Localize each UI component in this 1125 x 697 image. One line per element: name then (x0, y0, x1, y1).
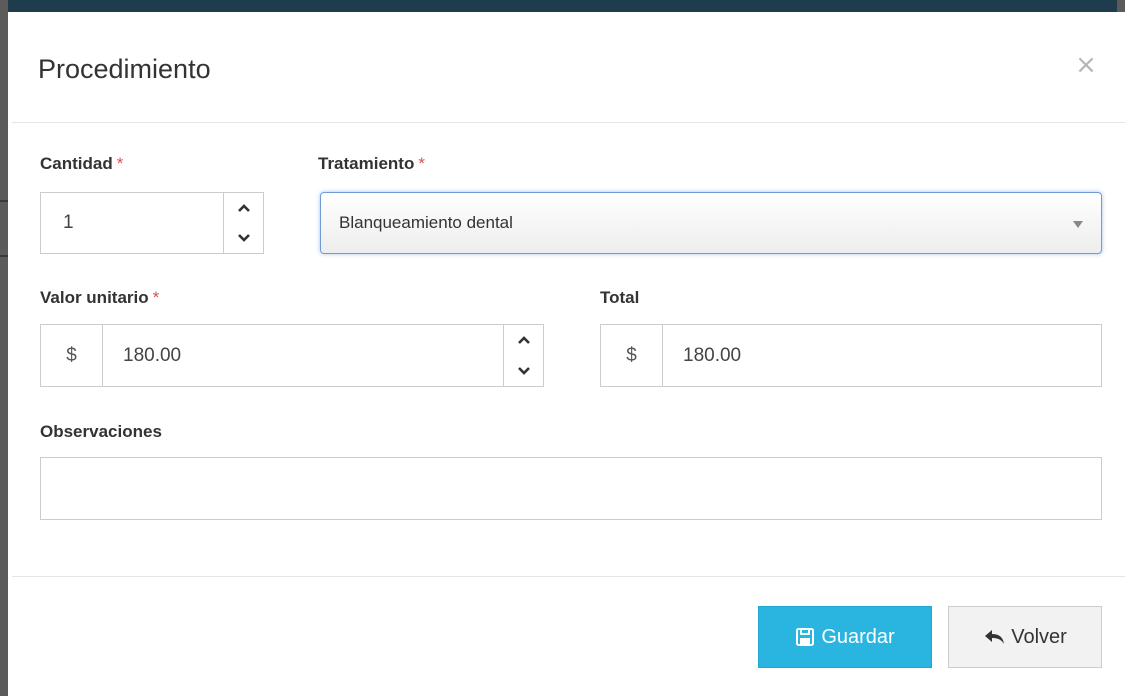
cantidad-input[interactable]: 1 (40, 192, 264, 254)
valor-unitario-label-text: Valor unitario (40, 288, 149, 307)
currency-addon: $ (601, 325, 663, 386)
volver-button[interactable]: Volver (948, 606, 1102, 668)
background-app-left-edge (0, 0, 8, 696)
modal-title: Procedimiento (38, 54, 211, 84)
tratamiento-label-text: Tratamiento (318, 154, 415, 173)
valor-unitario-value: 180.00 (123, 344, 182, 366)
observaciones-label-text: Observaciones (40, 422, 162, 441)
guardar-label: Guardar (821, 625, 895, 648)
floppy-disk-icon (796, 628, 815, 646)
total-value: 180.00 (683, 344, 742, 366)
total-label: Total (600, 288, 639, 308)
reply-arrow-icon (985, 630, 1005, 644)
cantidad-decrement[interactable] (224, 223, 263, 253)
caret-down-icon (1073, 221, 1083, 228)
modal-footer: Guardar Volver (12, 576, 1125, 697)
close-button[interactable]: × (1073, 52, 1099, 78)
cantidad-increment[interactable] (224, 193, 263, 223)
background-divider (0, 200, 8, 202)
cantidad-value: 1 (63, 212, 74, 233)
cantidad-stepper[interactable] (223, 193, 263, 253)
guardar-button[interactable]: Guardar (758, 606, 932, 668)
required-marker: * (418, 154, 425, 173)
background-app-topbar (0, 0, 1125, 12)
procedimiento-modal: Procedimiento × Cantidad * 1 Tratamiento *… (12, 12, 1125, 696)
tratamiento-selected-value: Blanqueamiento dental (339, 213, 513, 232)
observaciones-input[interactable] (40, 457, 1102, 520)
chevron-down-icon (237, 234, 250, 242)
chevron-up-icon (237, 204, 250, 212)
modal-header: Procedimiento × (12, 12, 1125, 123)
currency-addon: $ (41, 325, 103, 386)
background-divider (0, 255, 8, 257)
tratamiento-select[interactable]: Blanqueamiento dental (320, 192, 1102, 254)
valor-unitario-stepper[interactable] (503, 325, 543, 386)
valor-unitario-input[interactable]: $ 180.00 (40, 324, 544, 387)
volver-label: Volver (1011, 625, 1067, 648)
close-icon: × (1075, 50, 1097, 80)
cantidad-label: Cantidad * (40, 154, 123, 174)
tratamiento-label: Tratamiento * (318, 154, 425, 174)
chevron-down-icon (517, 366, 530, 375)
valor-unitario-increment[interactable] (504, 325, 543, 356)
total-input[interactable]: $ 180.00 (600, 324, 1102, 387)
valor-unitario-label: Valor unitario * (40, 288, 159, 308)
observaciones-label: Observaciones (40, 422, 162, 442)
required-marker: * (116, 154, 124, 173)
total-label-text: Total (600, 288, 640, 307)
cantidad-label-text: Cantidad (40, 154, 113, 173)
required-marker: * (152, 288, 160, 307)
valor-unitario-decrement[interactable] (504, 356, 543, 387)
chevron-up-icon (517, 336, 530, 345)
